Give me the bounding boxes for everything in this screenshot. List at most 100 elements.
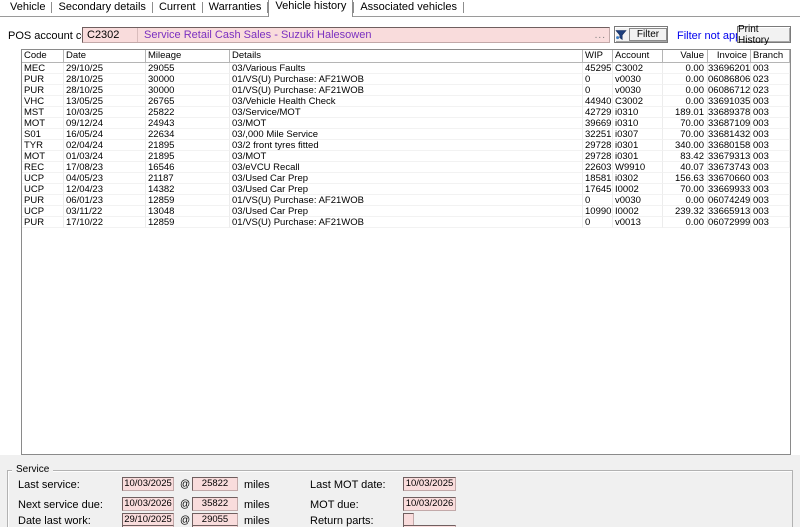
return-parts-label: Return parts: bbox=[310, 515, 374, 527]
ellipsis-lookup-button[interactable]: ... bbox=[595, 30, 609, 41]
tab-vehicle[interactable]: Vehicle bbox=[4, 0, 51, 16]
table-row[interactable]: MOT 01/03/24 21895 03/MOT 29728 i0301 83… bbox=[22, 151, 790, 162]
cell-date: 10/03/25 bbox=[64, 107, 146, 118]
table-row[interactable]: REC 17/08/23 16546 03/eVCU Recall 22603 … bbox=[22, 162, 790, 173]
table-row[interactable]: UCP 12/04/23 14382 03/Used Car Prep 1764… bbox=[22, 184, 790, 195]
cell-value: 340.00 bbox=[663, 140, 708, 151]
table-row[interactable]: UCP 04/05/23 21187 03/Used Car Prep 1858… bbox=[22, 173, 790, 184]
column-header-account[interactable]: Account bbox=[613, 50, 663, 63]
cell-value: 70.00 bbox=[663, 118, 708, 129]
table-row[interactable]: S01 16/05/24 22634 03/,000 Mile Service … bbox=[22, 129, 790, 140]
cell-code: MOT bbox=[22, 118, 64, 129]
miles-unit-label: miles bbox=[244, 515, 270, 527]
table-row[interactable]: PUR 06/01/23 12859 01/VS(U) Purchase: AF… bbox=[22, 195, 790, 206]
cell-details: 03/2 front tyres fitted bbox=[230, 140, 583, 151]
cell-mileage: 14382 bbox=[146, 184, 230, 195]
cell-mileage: 21895 bbox=[146, 140, 230, 151]
cell-branch: 003 bbox=[751, 184, 790, 195]
cell-branch: 003 bbox=[751, 63, 790, 74]
cell-details: 03/Used Car Prep bbox=[230, 206, 583, 217]
cell-details: 01/VS(U) Purchase: AF21WOB bbox=[230, 195, 583, 206]
column-header-wip[interactable]: WIP bbox=[583, 50, 613, 63]
column-header-value[interactable]: Value bbox=[663, 50, 708, 63]
column-header-details[interactable]: Details bbox=[230, 50, 583, 63]
cell-account: I0002 bbox=[613, 184, 663, 195]
cell-branch: 003 bbox=[751, 129, 790, 140]
cell-account: v0013 bbox=[613, 217, 663, 228]
cell-account: v0030 bbox=[613, 74, 663, 85]
table-row[interactable]: UCP 03/11/22 13048 03/Used Car Prep 1099… bbox=[22, 206, 790, 217]
cell-mileage: 30000 bbox=[146, 74, 230, 85]
cell-mileage: 21895 bbox=[146, 151, 230, 162]
table-row[interactable]: MOT 09/12/24 24943 03/MOT 39669 i0310 70… bbox=[22, 118, 790, 129]
cell-invoice: 33673743 bbox=[708, 162, 751, 173]
filter-button[interactable]: Filter bbox=[614, 26, 668, 43]
cell-code: MST bbox=[22, 107, 64, 118]
column-header-code[interactable]: Code bbox=[22, 50, 64, 63]
table-row[interactable]: PUR 17/10/22 12859 01/VS(U) Purchase: AF… bbox=[22, 217, 790, 228]
last-service-date-field[interactable]: 10/03/2025 bbox=[122, 477, 174, 491]
cell-mileage: 13048 bbox=[146, 206, 230, 217]
print-history-button[interactable]: Print History bbox=[737, 26, 791, 43]
tab-associated-vehicles[interactable]: Associated vehicles bbox=[354, 0, 463, 16]
tab-secondary-details[interactable]: Secondary details bbox=[52, 0, 151, 16]
cell-details: 03/,000 Mile Service bbox=[230, 129, 583, 140]
cell-account: i0310 bbox=[613, 107, 663, 118]
cell-branch: 003 bbox=[751, 140, 790, 151]
cell-details: 01/VS(U) Purchase: AF21WOB bbox=[230, 217, 583, 228]
cell-value: 70.00 bbox=[663, 129, 708, 140]
cell-details: 03/MOT bbox=[230, 151, 583, 162]
table-row[interactable]: MEC 29/10/25 29055 03/Various Faults 452… bbox=[22, 63, 790, 74]
cell-details: 03/MOT bbox=[230, 118, 583, 129]
cell-wip: 0 bbox=[583, 195, 613, 206]
next-service-due-miles-field[interactable]: 35822 bbox=[192, 497, 238, 511]
tab-separator bbox=[463, 2, 464, 13]
cell-wip: 0 bbox=[583, 217, 613, 228]
cell-details: 03/eVCU Recall bbox=[230, 162, 583, 173]
tab-current[interactable]: Current bbox=[153, 0, 202, 16]
cell-account: v0030 bbox=[613, 85, 663, 96]
column-header-invoice[interactable]: Invoice bbox=[708, 50, 751, 63]
last-mot-date-field[interactable]: 10/03/2025 bbox=[403, 477, 456, 491]
cell-mileage: 26765 bbox=[146, 96, 230, 107]
last-service-miles-field[interactable]: 25822 bbox=[192, 477, 238, 491]
mot-due-label: MOT due: bbox=[310, 499, 359, 511]
cell-date: 06/01/23 bbox=[64, 195, 146, 206]
cell-wip: 32251 bbox=[583, 129, 613, 140]
cell-invoice: 33689378 bbox=[708, 107, 751, 118]
cell-wip: 22603 bbox=[583, 162, 613, 173]
cell-value: 0.00 bbox=[663, 63, 708, 74]
table-row[interactable]: VHC 13/05/25 26765 03/Vehicle Health Che… bbox=[22, 96, 790, 107]
cell-code: TYR bbox=[22, 140, 64, 151]
cell-mileage: 30000 bbox=[146, 85, 230, 96]
cell-account: v0030 bbox=[613, 195, 663, 206]
cell-branch: 003 bbox=[751, 173, 790, 184]
tab-warranties[interactable]: Warranties bbox=[203, 0, 268, 16]
cell-mileage: 12859 bbox=[146, 217, 230, 228]
pos-account-code-field[interactable]: C2302 Service Retail Cash Sales - Suzuki… bbox=[82, 27, 610, 43]
table-row[interactable]: TYR 02/04/24 21895 03/2 front tyres fitt… bbox=[22, 140, 790, 151]
cell-code: PUR bbox=[22, 74, 64, 85]
cell-branch: 003 bbox=[751, 206, 790, 217]
vehicle-history-table: Code Date Mileage Details WIP Account Va… bbox=[21, 49, 791, 455]
cell-invoice: 06072999 bbox=[708, 217, 751, 228]
at-symbol: @ bbox=[180, 515, 190, 526]
column-header-branch[interactable]: Branch bbox=[751, 50, 790, 63]
cell-code: UCP bbox=[22, 173, 64, 184]
cell-branch: 003 bbox=[751, 151, 790, 162]
mot-due-field[interactable]: 10/03/2026 bbox=[403, 497, 456, 511]
table-row[interactable]: PUR 28/10/25 30000 01/VS(U) Purchase: AF… bbox=[22, 74, 790, 85]
service-panel: Service Last service: 10/03/2025 @ 25822… bbox=[0, 455, 800, 527]
table-row[interactable]: PUR 28/10/25 30000 01/VS(U) Purchase: AF… bbox=[22, 85, 790, 96]
cell-mileage: 16546 bbox=[146, 162, 230, 173]
tab-vehicle-history[interactable]: Vehicle history bbox=[268, 0, 353, 17]
column-header-mileage[interactable]: Mileage bbox=[146, 50, 230, 63]
filter-funnel-icon bbox=[615, 29, 627, 41]
next-service-due-date-field[interactable]: 10/03/2026 bbox=[122, 497, 174, 511]
cell-invoice: 33680158 bbox=[708, 140, 751, 151]
column-header-date[interactable]: Date bbox=[64, 50, 146, 63]
date-last-work-label: Date last work: bbox=[18, 515, 91, 527]
table-row[interactable]: MST 10/03/25 25822 03/Service/MOT 42729 … bbox=[22, 107, 790, 118]
cell-value: 239.32 bbox=[663, 206, 708, 217]
cell-value: 0.00 bbox=[663, 195, 708, 206]
